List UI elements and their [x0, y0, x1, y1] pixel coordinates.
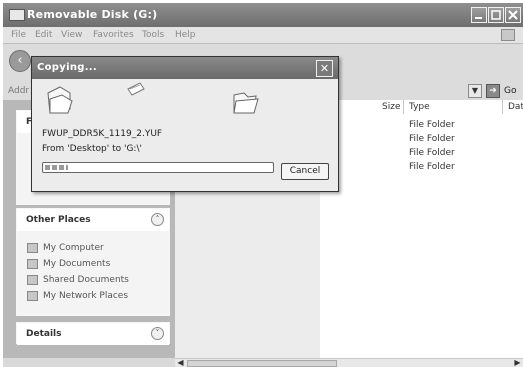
close-icon: ✕: [319, 62, 330, 75]
chevron-up-icon: ˄: [155, 215, 160, 223]
scrollbar-thumb[interactable]: [187, 360, 337, 367]
copy-animation-graphic: [47, 82, 259, 114]
scroll-right-arrow-icon[interactable]: ▶: [513, 359, 522, 367]
file-type-cell[interactable]: File Folder: [409, 148, 455, 158]
copying-dialog: Copying... ✕ FWUP_DDR5K_1119_2.YUF From …: [31, 56, 339, 192]
documents-folder-icon: [27, 259, 38, 269]
destination-folder-icon: [233, 92, 259, 114]
minimize-icon: [475, 17, 482, 19]
place-label: Shared Documents: [43, 275, 129, 285]
place-label: My Computer: [43, 243, 104, 253]
maximize-button[interactable]: [488, 7, 504, 23]
cancel-button[interactable]: Cancel: [281, 163, 329, 180]
details-header[interactable]: Details ˅: [17, 323, 169, 345]
other-places-panel: Other Places ˄ My Computer My Documents …: [16, 208, 170, 316]
column-divider[interactable]: [502, 100, 503, 114]
go-arrow-icon: ➜: [489, 86, 497, 96]
chevron-down-icon: ˅: [155, 329, 160, 337]
close-button[interactable]: [505, 7, 521, 23]
maximize-icon: [491, 10, 501, 20]
shared-folder-icon: [27, 275, 38, 285]
close-icon: [508, 10, 518, 20]
menu-tools[interactable]: Tools: [142, 30, 164, 40]
column-header-type[interactable]: Type: [409, 102, 430, 112]
copy-animation: [32, 79, 338, 121]
progress-fill: [45, 165, 68, 170]
copy-progress-bar: [42, 162, 274, 173]
details-title: Details: [26, 329, 62, 339]
copy-filename: FWUP_DDR5K_1119_2.YUF: [42, 129, 163, 139]
network-icon: [27, 291, 38, 301]
minimize-button[interactable]: [471, 7, 487, 23]
dialog-title: Copying...: [37, 62, 97, 73]
dialog-title-bar[interactable]: Copying... ✕: [32, 57, 338, 79]
back-arrow-icon: ‹: [17, 53, 23, 68]
menu-file[interactable]: File: [11, 30, 26, 40]
other-places-header[interactable]: Other Places ˄: [17, 209, 169, 231]
computer-icon: [27, 243, 38, 253]
chevron-down-icon: ▼: [471, 86, 479, 95]
address-label: Addr: [8, 86, 30, 96]
back-button[interactable]: ‹: [9, 50, 31, 72]
collapse-other-places-button[interactable]: ˄: [151, 213, 164, 226]
menu-favorites[interactable]: Favorites: [93, 30, 134, 40]
expand-details-button[interactable]: ˅: [151, 327, 164, 340]
file-type-cell[interactable]: File Folder: [409, 134, 455, 144]
other-places-title: Other Places: [26, 215, 91, 225]
column-header-date[interactable]: Date: [508, 102, 523, 112]
place-label: My Network Places: [43, 291, 129, 301]
file-type-cell[interactable]: File Folder: [409, 120, 455, 130]
dialog-close-button[interactable]: ✕: [316, 60, 333, 77]
go-button[interactable]: ➜: [486, 84, 500, 98]
scroll-left-arrow-icon[interactable]: ◀: [176, 359, 185, 367]
windows-flag-icon: [501, 29, 515, 41]
menu-view[interactable]: View: [61, 30, 82, 40]
window-title: Removable Disk (G:): [27, 8, 158, 21]
title-bar[interactable]: Removable Disk (G:): [3, 3, 523, 27]
address-dropdown-button[interactable]: ▼: [468, 84, 482, 98]
column-header-size[interactable]: Size: [382, 102, 400, 112]
place-label: My Documents: [43, 259, 111, 269]
file-type-cell[interactable]: File Folder: [409, 162, 455, 172]
flying-document-icon: [127, 82, 145, 96]
details-panel: Details ˅: [16, 322, 170, 345]
menu-edit[interactable]: Edit: [35, 30, 52, 40]
menu-bar: File Edit View Favorites Tools Help: [3, 27, 523, 44]
go-label[interactable]: Go: [504, 86, 516, 96]
copy-source-destination: From 'Desktop' to 'G:\': [42, 144, 142, 154]
horizontal-scrollbar[interactable]: ◀ ▶: [175, 358, 523, 367]
source-folder-icon: [47, 86, 73, 114]
column-divider[interactable]: [403, 100, 404, 114]
menu-help[interactable]: Help: [175, 30, 196, 40]
drive-icon: [9, 9, 25, 21]
